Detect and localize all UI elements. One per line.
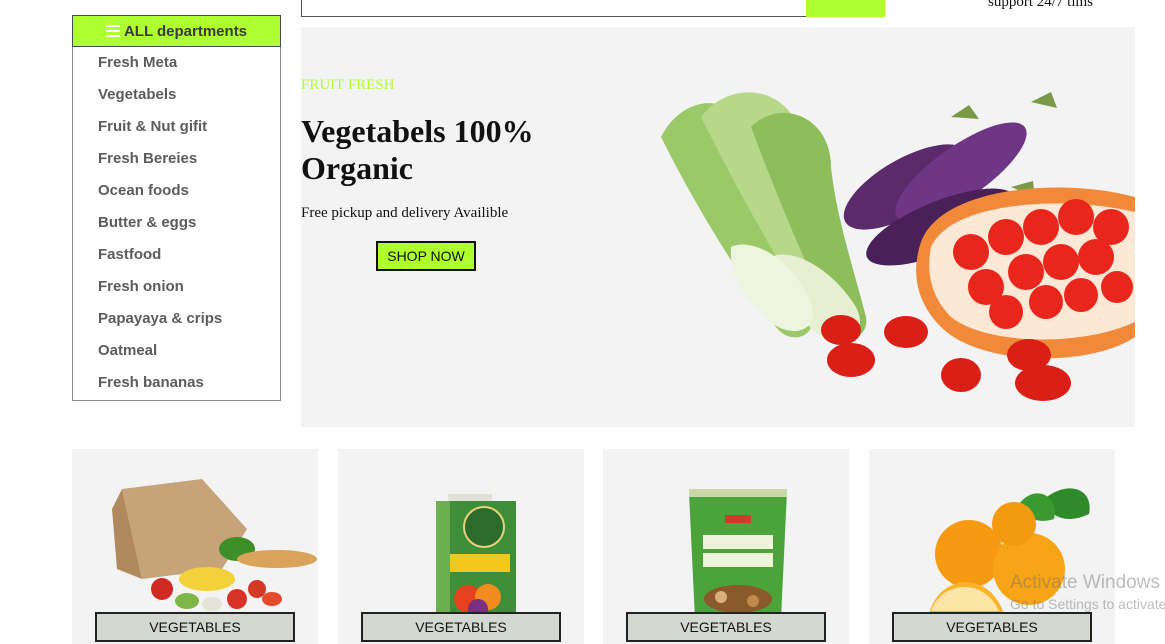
category-button-vegetables[interactable]: VEGETABLES bbox=[361, 612, 561, 642]
departments-toggle[interactable]: ALL departments bbox=[72, 15, 281, 47]
category-button-vegetables[interactable]: VEGETABLES bbox=[892, 612, 1092, 642]
shop-now-button[interactable]: SHOP NOW bbox=[376, 241, 476, 271]
department-item-fastfood[interactable]: Fastfood bbox=[73, 243, 280, 275]
department-item-papayaya-crips[interactable]: Papayaya & crips bbox=[73, 307, 280, 339]
hero-subtitle: Free pickup and delivery Availible bbox=[301, 205, 509, 221]
category-button-vegetables[interactable]: VEGETABLES bbox=[626, 612, 826, 642]
search-input[interactable] bbox=[301, 0, 885, 17]
department-item-fresh-meta[interactable]: Fresh Meta bbox=[73, 51, 280, 83]
departments-panel: ALL departments Fresh Meta Vegetabels Fr… bbox=[72, 15, 281, 401]
category-button-vegetables[interactable]: VEGETABLES bbox=[95, 612, 295, 642]
hero-title: Vegetabels 100% Organic bbox=[301, 113, 534, 186]
departments-list: Fresh Meta Vegetabels Fruit & Nut gifit … bbox=[73, 47, 280, 403]
product-card: VEGETABLES bbox=[869, 449, 1115, 644]
department-item-fruit-nut[interactable]: Fruit & Nut gifit bbox=[73, 115, 280, 147]
department-item-ocean-foods[interactable]: Ocean foods bbox=[73, 179, 280, 211]
department-item-butter-eggs[interactable]: Butter & eggs bbox=[73, 211, 280, 243]
product-card: VEGETABLES bbox=[338, 449, 584, 644]
product-card: VEGETABLES bbox=[603, 449, 849, 644]
hero-eyebrow: FRUIT FRESH bbox=[301, 77, 395, 93]
product-card: VEGETABLES bbox=[72, 449, 318, 644]
search-button[interactable] bbox=[806, 0, 885, 17]
department-item-fresh-bereies[interactable]: Fresh Bereies bbox=[73, 147, 280, 179]
department-item-fresh-onion[interactable]: Fresh onion bbox=[73, 275, 280, 307]
department-item-oatmeal[interactable]: Oatmeal bbox=[73, 339, 280, 371]
support-text: support 24/7 tims bbox=[988, 0, 1094, 10]
vegetables-hero-image bbox=[661, 92, 1135, 401]
hero-banner: FRUIT FRESH Vegetabels 100% Organic Free… bbox=[301, 27, 1135, 427]
menu-icon bbox=[105, 25, 120, 37]
department-item-vegetabels[interactable]: Vegetabels bbox=[73, 83, 280, 115]
departments-title: ALL departments bbox=[123, 22, 248, 40]
department-item-fresh-bananas[interactable]: Fresh bananas bbox=[73, 371, 280, 403]
